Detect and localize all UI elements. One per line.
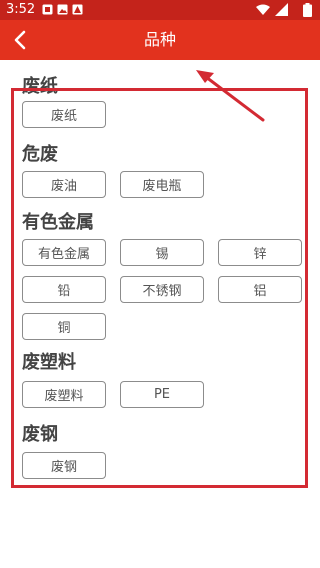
category-section-nonferrous: 有色金属 有色金属 锡 锌 铅 不锈钢 铝 铜 <box>22 212 302 340</box>
category-section-waste-plastic: 废塑料 废塑料 PE <box>22 352 204 408</box>
battery-icon <box>303 3 312 17</box>
status-time: 3:52 <box>6 2 36 17</box>
variety-chip[interactable]: 不锈钢 <box>120 276 204 303</box>
wifi-icon <box>256 4 270 15</box>
category-title: 废钢 <box>22 424 58 445</box>
category-section-scrap-steel: 废钢 废钢 <box>22 424 106 479</box>
variety-chip[interactable]: 铜 <box>22 313 106 340</box>
variety-chip[interactable]: PE <box>120 381 204 408</box>
category-title: 废塑料 <box>22 352 76 373</box>
page-title: 品种 <box>143 30 176 49</box>
variety-chip[interactable]: 锡 <box>120 239 204 266</box>
variety-chip[interactable]: 锌 <box>218 239 302 266</box>
variety-chip[interactable]: 废纸 <box>22 101 106 128</box>
variety-chip[interactable]: 废油 <box>22 171 106 198</box>
variety-chip[interactable]: 废塑料 <box>22 381 106 408</box>
variety-chip[interactable]: 有色金属 <box>22 239 106 266</box>
app-icon <box>72 4 83 15</box>
category-title: 有色金属 <box>22 212 94 233</box>
variety-chip[interactable]: 铅 <box>22 276 106 303</box>
variety-chip[interactable]: 铝 <box>218 276 302 303</box>
status-bar: 3:52 <box>0 0 320 20</box>
image-icon <box>57 4 68 15</box>
category-title: 危废 <box>22 144 58 165</box>
notification-icon <box>42 4 53 15</box>
category-section-waste-paper: 废纸 废纸 <box>22 76 106 128</box>
category-title: 废纸 <box>22 76 58 97</box>
variety-chip[interactable]: 废钢 <box>22 452 106 479</box>
variety-chip[interactable]: 废电瓶 <box>120 171 204 198</box>
category-section-hazardous: 危废 废油 废电瓶 <box>22 144 204 198</box>
signal-icon <box>275 3 288 16</box>
app-bar: 品种 <box>0 20 320 60</box>
